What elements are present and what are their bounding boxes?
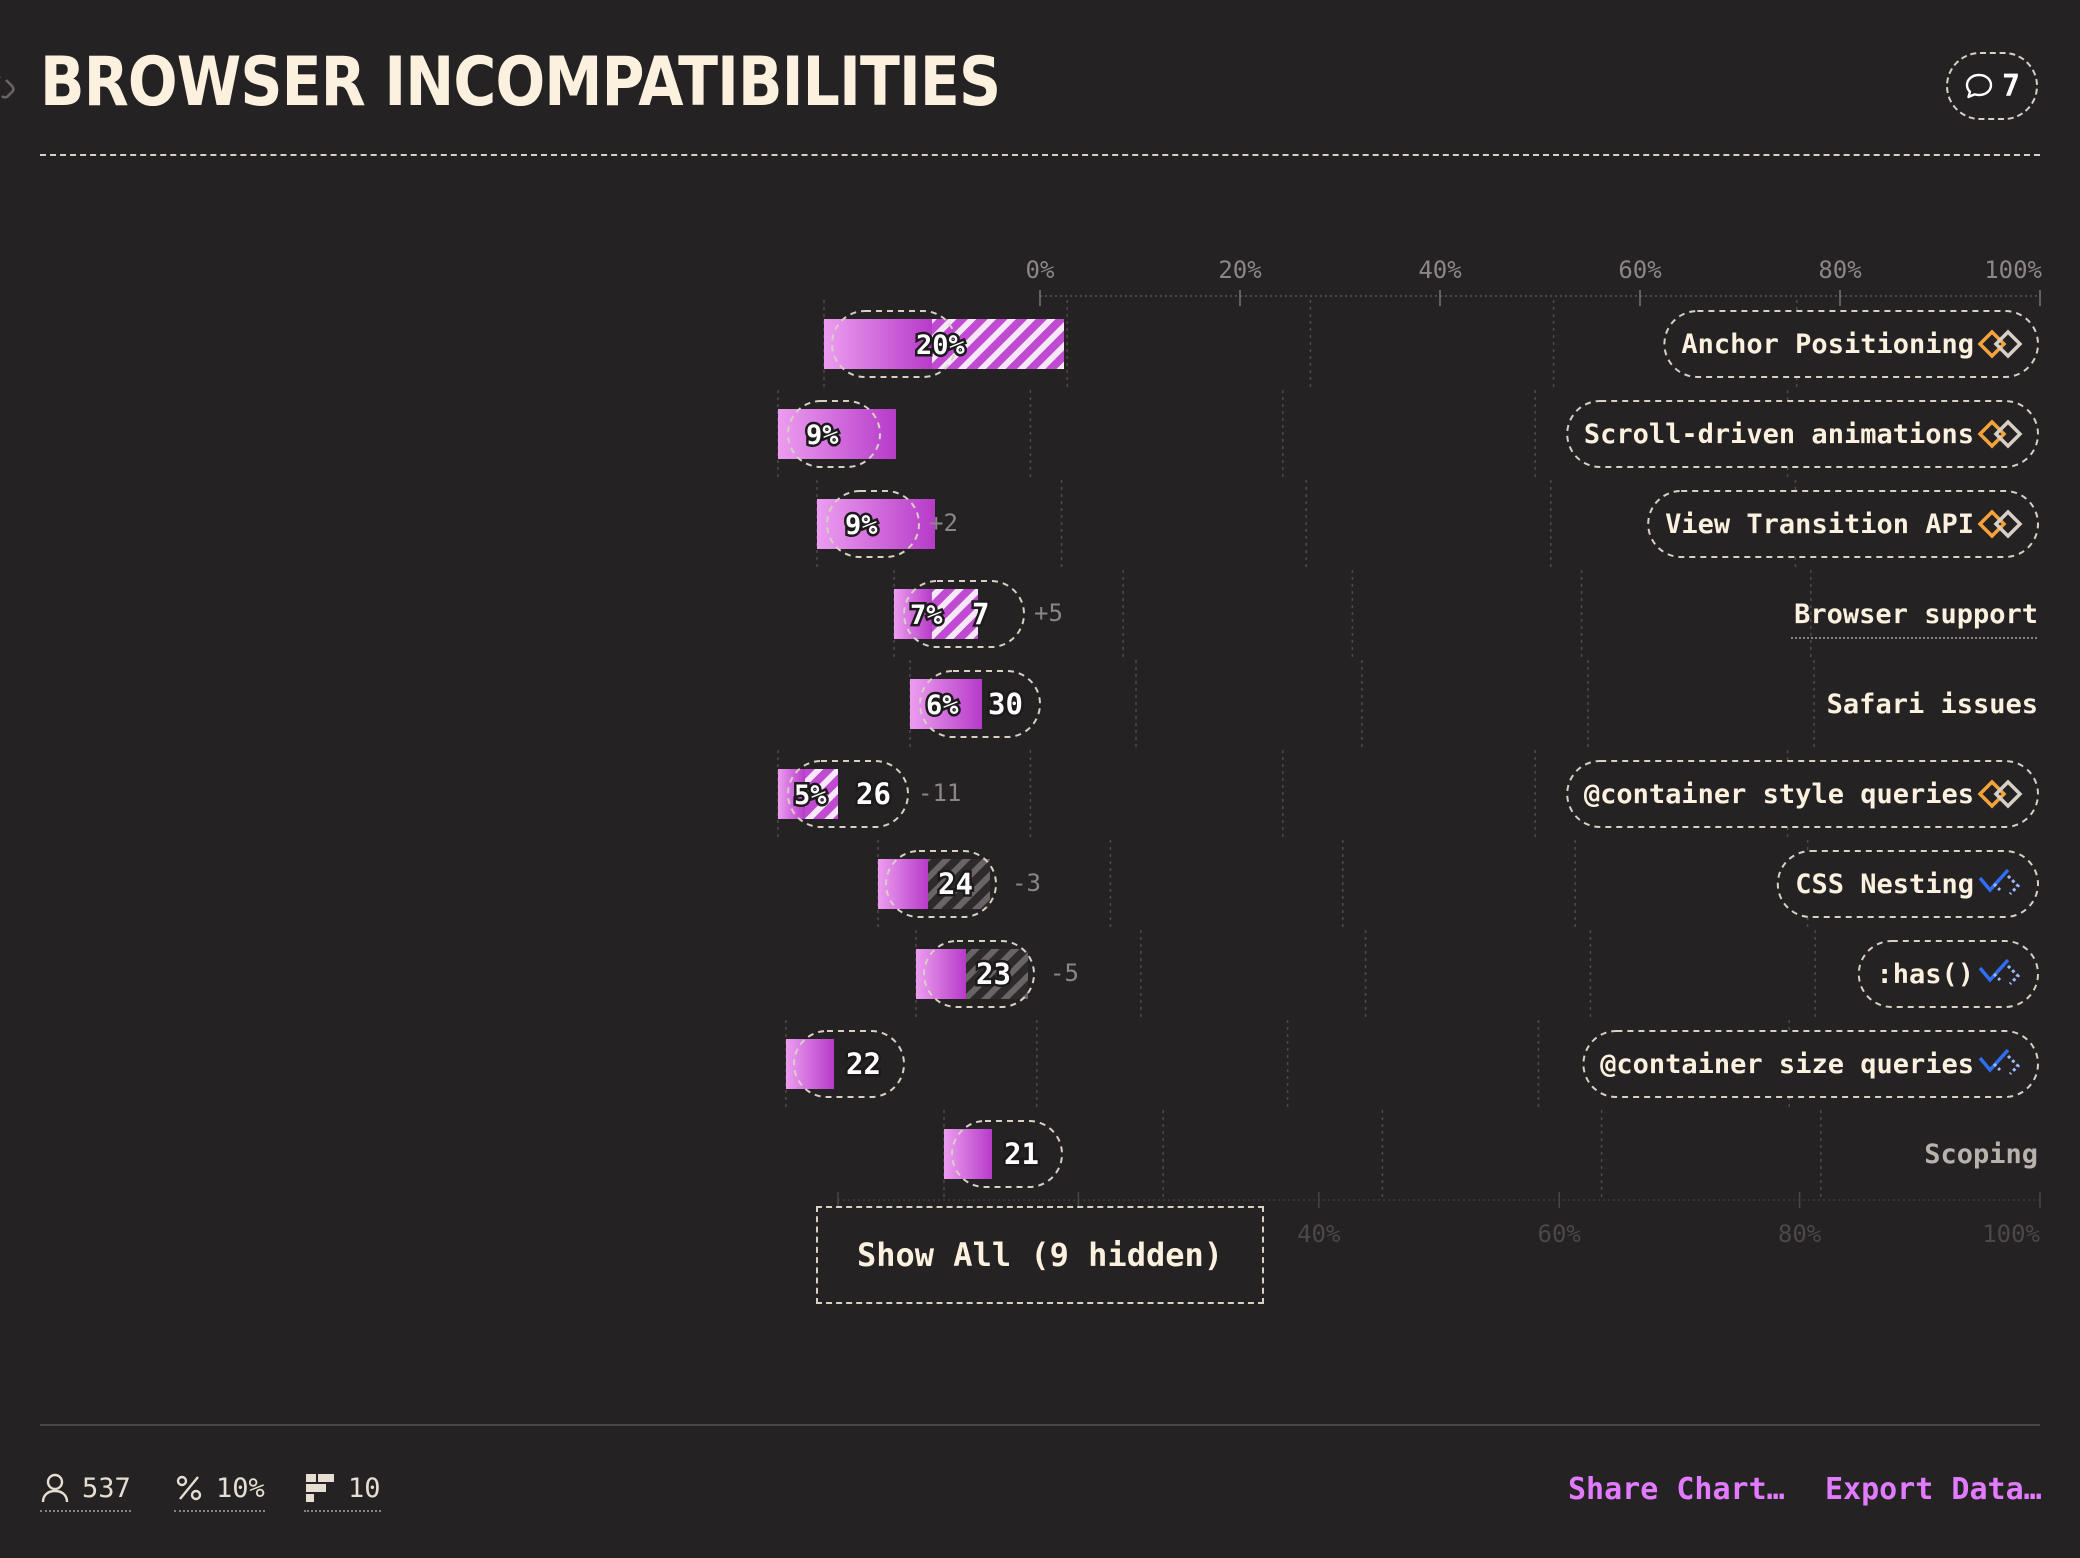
top-axis-tick-label: 20% (1218, 256, 1262, 284)
row-label: @container size queries (1600, 1049, 1974, 1080)
bottom-axis-tick-label: 60% (1538, 1220, 1582, 1248)
chart-row: 9% Scroll-driven animations (778, 400, 2039, 468)
bar-percent-label: 9% (845, 510, 878, 541)
chart-row: 5% 26 -11 @container style queries (778, 760, 2039, 828)
bar-count-label: 24 (938, 867, 973, 901)
chart-row: 24 -3 CSS Nesting (878, 850, 2040, 918)
bar-chart: 0%20%40%60%80%100%0%20%40%60%80%100% 20%… (777, 256, 2043, 1248)
change-label: -5 (1050, 959, 1079, 987)
top-axis-tick-label: 80% (1818, 256, 1862, 284)
row-label: Scoping (1924, 1139, 2038, 1170)
percent-mode-stat[interactable]: 10% (174, 1472, 265, 1512)
bar-count-label: 26 (856, 777, 891, 811)
bar-count-label: 21 (1004, 1137, 1039, 1171)
bar-percent-label: 9% (806, 420, 839, 451)
row-label: CSS Nesting (1795, 869, 1974, 900)
top-axis-tick-label: 100% (1984, 256, 2042, 284)
bar-count-label: 30 (988, 687, 1023, 721)
bar-percent-label: 6% (926, 690, 959, 721)
items-count-value: 10 (348, 1472, 381, 1504)
user-icon (41, 1473, 69, 1503)
top-axis-tick-label: 40% (1418, 256, 1462, 284)
top-axis-tick-label: 60% (1618, 256, 1662, 284)
bar-count-label: 23 (976, 957, 1011, 991)
row-label: Browser support (1794, 599, 2038, 630)
change-label: +5 (1034, 599, 1063, 627)
bottom-axis-tick-label: 100% (1982, 1220, 2040, 1248)
change-label: -3 (1012, 869, 1041, 897)
chart-row: 20% Anchor Positioning (824, 310, 2040, 378)
items-count-stat[interactable]: 10 (304, 1472, 381, 1512)
chart-row: 6% 30 Safari issues (910, 670, 2038, 738)
percent-mode-value: 10% (216, 1472, 265, 1504)
percent-icon (176, 1475, 202, 1501)
row-label: Safari issues (1827, 689, 2038, 720)
share-chart-link[interactable]: Share Chart… (1568, 1472, 1785, 1507)
bar-percent-label: 5% (794, 780, 827, 811)
row-label: :has() (1876, 959, 1974, 990)
chart-row: 23 -5 :has() (916, 940, 2040, 1008)
respondents-count: 537 (82, 1472, 131, 1504)
footer-divider (40, 1424, 2040, 1426)
bar-percent-label: 7% (910, 600, 943, 631)
chart-row: 21 Scoping (944, 1120, 2038, 1188)
row-label: @container style queries (1584, 779, 1974, 810)
bottom-axis-tick-label: 80% (1778, 1220, 1822, 1248)
bar-count-label: 22 (846, 1047, 881, 1081)
export-data-link[interactable]: Export Data… (1825, 1472, 2042, 1507)
bar-count-label: 7 (972, 597, 989, 631)
top-axis-tick-label: 0% (1026, 256, 1055, 284)
respondents-stat[interactable]: 537 (40, 1472, 131, 1512)
bar-percent-label: 20% (916, 330, 966, 361)
row-label: View Transition API (1665, 509, 1974, 540)
bar-chart-icon (306, 1474, 334, 1502)
row-label: Scroll-driven animations (1584, 419, 1974, 450)
chart-row: 22 @container size queries (786, 1030, 2040, 1098)
change-label: +2 (929, 509, 958, 537)
row-label: Anchor Positioning (1681, 329, 1974, 360)
change-label: -11 (918, 779, 961, 807)
show-all-button[interactable]: Show All (9 hidden) (816, 1206, 1264, 1304)
chart-row: 9% +2 View Transition API (817, 490, 2039, 558)
chart-row: 7% 7 +5 Browser support (894, 580, 2038, 648)
bottom-axis-tick-label: 40% (1297, 1220, 1341, 1248)
